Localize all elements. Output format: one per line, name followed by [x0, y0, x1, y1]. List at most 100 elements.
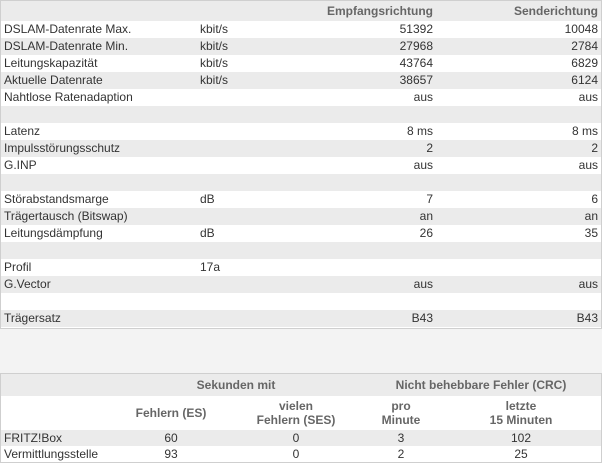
dsl-row-send: 2 [436, 140, 601, 157]
dsl-row-send: 6 [591, 192, 598, 206]
header-unit-empty [197, 1, 301, 21]
error-row-per-minute: 3 [361, 430, 441, 446]
dsl-row: DSLAM-Datenrate Min. kbit/s 27968 2784 [1, 38, 601, 55]
dsl-row-receive [301, 106, 436, 123]
dsl-row-send: 35 [584, 226, 598, 240]
dsl-row [1, 174, 601, 191]
header-es: Fehlern (ES) [135, 406, 207, 420]
error-row: Vermittlungsstelle 93 0 2 25 [1, 446, 601, 462]
error-stats-panel: Sekunden mit Nicht behebbare Fehler (CRC… [0, 373, 602, 463]
header-last-15-min: letzte 15 Minuten [441, 396, 601, 430]
dsl-row-unit [197, 276, 301, 293]
dsl-row-unit [197, 106, 301, 123]
dsl-row-send: B43 [436, 310, 601, 327]
dsl-row-label: Leitungskapazität [4, 56, 98, 70]
dsl-row-label: Leitungsdämpfung [4, 226, 103, 240]
dsl-row-unit: dB [200, 192, 215, 206]
section-spacer [0, 329, 602, 373]
dsl-row-receive: B43 [301, 310, 436, 327]
dsl-row-label: DSLAM-Datenrate Min. [1, 38, 197, 55]
dsl-row-receive: 27968 [301, 38, 436, 55]
dsl-row-label: Nahtlose Ratenadaption [4, 90, 133, 104]
header-send-direction: Senderichtung [436, 1, 601, 21]
dsl-row-send: aus [578, 158, 598, 172]
header-per-minute: pro Minute [361, 396, 441, 430]
dsl-row-receive: 43764 [399, 56, 433, 70]
error-row-label: FRITZ!Box [1, 430, 111, 446]
dsl-row-unit [197, 208, 301, 225]
dsl-row: G.Vector aus aus [1, 276, 601, 293]
dsl-row-receive: 7 [426, 192, 433, 206]
dsl-row-receive: 26 [419, 226, 433, 240]
header-ses-line2: Fehlern (SES) [256, 413, 336, 427]
dsl-row-unit: kbit/s [197, 38, 301, 55]
dsl-row-receive: aus [413, 90, 433, 104]
dsl-row [1, 293, 601, 310]
error-row-es: 93 [164, 447, 178, 461]
dsl-row-unit [197, 310, 301, 327]
dsl-row-unit: kbit/s [200, 56, 229, 70]
error-subheader-empty [1, 396, 111, 430]
dsl-row: Aktuelle Datenrate kbit/s 38657 6124 [1, 72, 601, 89]
dsl-row-receive: 2 [301, 140, 436, 157]
dsl-row-label: Trägertausch (Bitswap) [1, 208, 197, 225]
header-empty [1, 1, 197, 21]
header-ses: vielen Fehlern (SES) [231, 396, 361, 430]
dsl-row-send: 6829 [571, 56, 598, 70]
dsl-row: Trägersatz B43 B43 [1, 310, 601, 327]
dsl-row-unit: kbit/s [200, 22, 229, 36]
dsl-row: Trägertausch (Bitswap) an an [1, 208, 601, 225]
dsl-row-unit: 17a [200, 260, 221, 274]
dsl-row-label: G.Vector [1, 276, 197, 293]
dsl-row: Latenz 8 ms 8 ms [1, 123, 601, 140]
dsl-table-body: DSLAM-Datenrate Max. kbit/s 51392 10048 DSLA… [1, 21, 601, 327]
dsl-row-receive [301, 259, 436, 276]
dsl-row-label [1, 106, 197, 123]
dsl-row-unit [197, 123, 301, 140]
dsl-row-send: 10048 [564, 22, 598, 36]
dsl-row-send [436, 242, 601, 259]
dsl-row-unit [197, 140, 301, 157]
dsl-row-label: Latenz [4, 124, 41, 138]
dsl-row-send: 6124 [436, 72, 601, 89]
dsl-row-label: DSLAM-Datenrate Max. [4, 22, 132, 36]
dsl-row: G.INP aus aus [1, 157, 601, 174]
dsl-row-send [436, 174, 601, 191]
dsl-row-send: 2784 [436, 38, 601, 55]
error-header-empty [1, 374, 111, 396]
dsl-row-send: aus [436, 276, 601, 293]
dsl-row [1, 106, 601, 123]
error-stats-table: Sekunden mit Nicht behebbare Fehler (CRC… [1, 374, 602, 462]
dsl-row-receive: aus [301, 276, 436, 293]
dsl-row-send [436, 293, 601, 310]
header-per-minute-line2: Minute [381, 413, 421, 427]
header-last-15-line2: 15 Minuten [489, 413, 553, 427]
error-row-label: Vermittlungsstelle [4, 447, 99, 461]
dsl-row-unit [197, 89, 301, 106]
dsl-row [1, 242, 601, 259]
dsl-row: Leitungsdämpfung dB 26 35 [1, 225, 601, 242]
dsl-row-label [1, 174, 197, 191]
dsl-row-receive [301, 174, 436, 191]
error-row-last-15: 25 [514, 447, 528, 461]
dsl-row-unit [197, 242, 301, 259]
error-row-per-minute: 2 [397, 447, 405, 461]
dsl-row-label: Profil [4, 260, 32, 274]
dsl-row-unit [197, 293, 301, 310]
error-row-ses: 0 [292, 447, 300, 461]
error-row-ses: 0 [231, 430, 361, 446]
header-crc-errors: Nicht behebbare Fehler (CRC) [361, 374, 602, 396]
error-row: FRITZ!Box 60 0 3 102 [1, 430, 602, 446]
dsl-row-send [436, 106, 601, 123]
dsl-row-receive [301, 242, 436, 259]
header-ses-line1: vielen [278, 399, 314, 413]
dsl-row-label: Störabstandsmarge [4, 192, 109, 206]
dsl-row-unit: kbit/s [197, 72, 301, 89]
dsl-row-receive: an [301, 208, 436, 225]
dsl-row-send: 8 ms [571, 124, 598, 138]
dsl-row-send: aus [578, 90, 598, 104]
dsl-row-send: an [436, 208, 601, 225]
dsl-row-label: Trägersatz [1, 310, 197, 327]
dsl-row-unit: dB [200, 226, 215, 240]
dsl-row: Nahtlose Ratenadaption aus aus [1, 89, 601, 106]
